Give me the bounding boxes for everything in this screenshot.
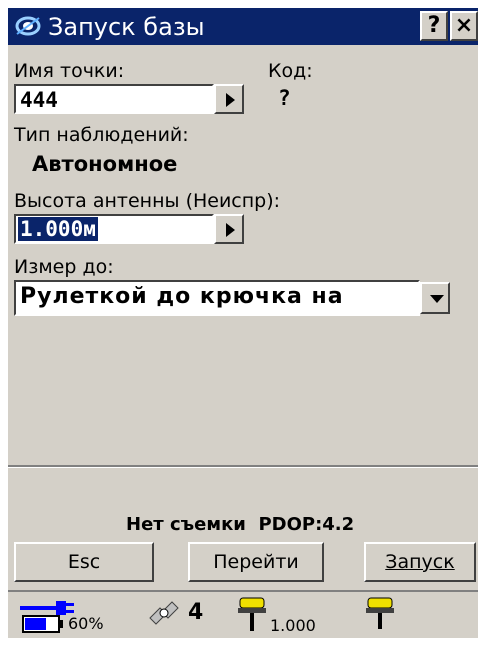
- observation-type-label: Тип наблюдений:: [14, 124, 189, 146]
- antenna-height-value: 1.000м: [18, 217, 98, 241]
- status-message: Нет съемки PDOP:4.2: [126, 514, 355, 535]
- point-name-input[interactable]: 444: [14, 84, 214, 114]
- app-logo-icon: [15, 16, 41, 36]
- satellite-icon: [149, 601, 179, 625]
- antenna-height-label: Высота антенны (Неиспр):: [14, 190, 281, 212]
- battery-icon: [22, 615, 63, 633]
- point-name-label: Имя точки:: [14, 60, 125, 82]
- help-button[interactable]: ?: [420, 11, 448, 41]
- antenna-height-input[interactable]: 1.000м: [14, 214, 214, 244]
- antenna-height-status: 1.000: [270, 616, 316, 635]
- start-button[interactable]: Запуск: [364, 542, 476, 582]
- code-label: Код:: [268, 60, 313, 82]
- rover-receiver-icon: [238, 597, 266, 631]
- measure-to-dropdown-button[interactable]: [420, 282, 450, 314]
- satellite-count: 4: [188, 600, 204, 625]
- arrow-right-icon: [226, 93, 235, 107]
- code-value: ?: [278, 86, 291, 110]
- close-button[interactable]: ×: [450, 11, 478, 41]
- point-name-value: 444: [20, 88, 58, 112]
- measure-to-value: Рулеткой до крючка на: [20, 284, 344, 309]
- measure-to-label: Измер до:: [14, 256, 114, 278]
- observation-type-value: Автономное: [32, 152, 178, 176]
- esc-button[interactable]: Esc: [14, 542, 154, 582]
- battery-percent: 60%: [68, 614, 104, 633]
- statusbar-divider: [8, 590, 478, 592]
- divider: [8, 465, 478, 468]
- window-title: Запуск базы: [48, 13, 205, 41]
- chevron-down-icon: [430, 295, 444, 303]
- measure-to-select[interactable]: Рулеткой до крючка на: [14, 280, 420, 316]
- goto-button[interactable]: Перейти: [188, 542, 324, 582]
- arrow-right-icon: [226, 223, 235, 237]
- point-name-popup-button[interactable]: [214, 84, 244, 114]
- base-receiver-icon: [366, 597, 394, 629]
- antenna-height-popup-button[interactable]: [214, 214, 244, 244]
